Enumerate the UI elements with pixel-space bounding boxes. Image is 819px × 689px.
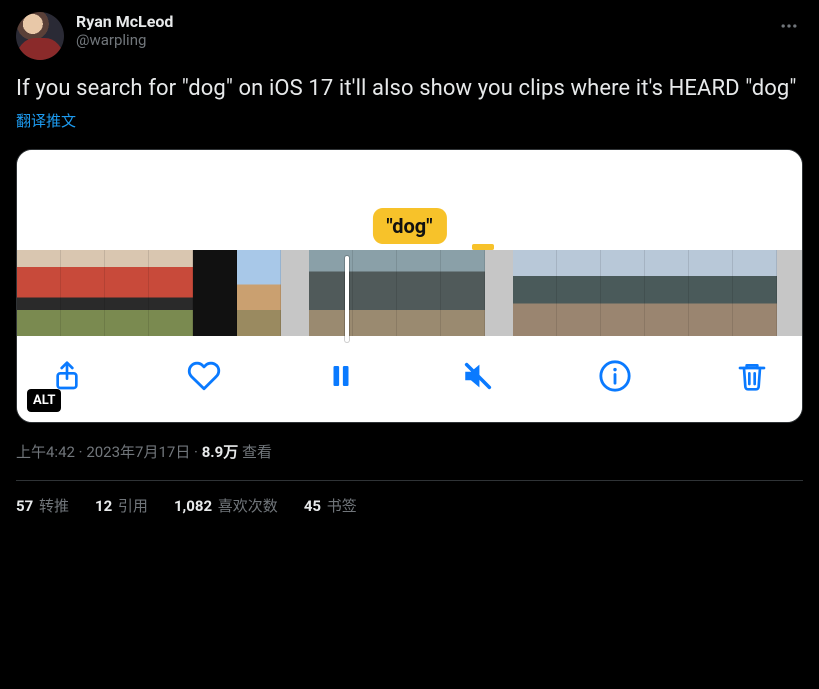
clip-thumb	[601, 250, 645, 336]
clip-thumb	[237, 250, 281, 336]
clip-thumb	[105, 250, 149, 336]
media-card[interactable]: "dog"	[16, 149, 803, 423]
playhead[interactable]	[345, 256, 349, 342]
user-name-block[interactable]: Ryan McLeod @warpling	[76, 12, 173, 49]
clip-thumb	[61, 250, 105, 336]
clip-thumb	[353, 250, 397, 336]
views-count: 8.9万	[202, 443, 239, 461]
views-label: 查看	[242, 443, 272, 461]
ellipsis-icon	[779, 16, 799, 36]
alt-badge[interactable]: ALT	[27, 389, 61, 412]
user-handle: @warpling	[76, 31, 173, 49]
translate-link[interactable]: 翻译推文	[16, 110, 76, 131]
bookmarks-stat[interactable]: 45 书签	[304, 495, 357, 516]
clip-thumb	[557, 250, 601, 336]
more-button[interactable]	[775, 12, 803, 40]
heart-icon	[187, 359, 221, 393]
pause-icon	[326, 361, 356, 391]
tweet-stats: 57 转推 12 引用 1,082 喜欢次数 45 书签	[16, 495, 803, 516]
clip-thumb	[193, 250, 237, 336]
media-preview: "dog"	[17, 150, 802, 250]
clip-thumb	[645, 250, 689, 336]
clip-thumb	[689, 250, 733, 336]
tweet-text: If you search for "dog" on iOS 17 it'll …	[16, 74, 803, 104]
media-toolbar	[17, 336, 802, 422]
video-timeline[interactable]	[17, 250, 802, 336]
clip-thumb	[17, 250, 61, 336]
trash-icon	[736, 360, 768, 392]
info-button[interactable]	[595, 356, 635, 396]
clip-thumb	[733, 250, 777, 336]
tweet-date[interactable]: 2023年7月17日	[86, 443, 190, 461]
avatar[interactable]	[16, 12, 64, 60]
volume-mute-icon	[461, 359, 495, 393]
likes-stat[interactable]: 1,082 喜欢次数	[174, 495, 278, 516]
quotes-stat[interactable]: 12 引用	[95, 495, 148, 516]
share-icon	[51, 360, 83, 392]
tweet-meta: 上午4:42 · 2023年7月17日 · 8.9万 查看	[16, 441, 803, 462]
pause-button[interactable]	[321, 356, 361, 396]
tweet-header: Ryan McLeod @warpling	[16, 12, 803, 60]
clip-thumb	[149, 250, 193, 336]
display-name: Ryan McLeod	[76, 12, 173, 31]
caption-marker	[472, 244, 494, 250]
clip-thumb	[397, 250, 441, 336]
clip-group-2	[309, 250, 485, 336]
delete-button[interactable]	[732, 356, 772, 396]
tweet-time[interactable]: 上午4:42	[16, 443, 75, 461]
caption-bubble: "dog"	[372, 208, 446, 244]
clip-group-1	[17, 250, 281, 336]
divider	[16, 480, 803, 481]
info-icon	[598, 359, 632, 393]
retweets-stat[interactable]: 57 转推	[16, 495, 69, 516]
mute-button[interactable]	[458, 356, 498, 396]
like-button[interactable]	[184, 356, 224, 396]
clip-thumb	[513, 250, 557, 336]
clip-group-3	[513, 250, 777, 336]
clip-thumb	[441, 250, 485, 336]
